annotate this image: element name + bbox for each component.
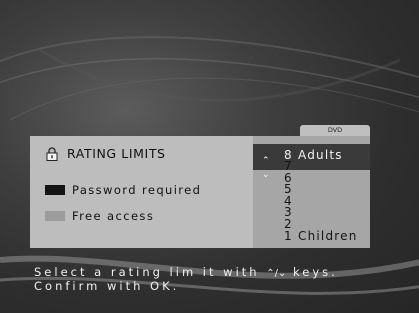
instruction-text: keys. (293, 265, 338, 279)
rating-limits-screen: DVD RATING LIMITS Password required Free… (0, 0, 419, 313)
rating-level-list[interactable]: ⌃ ⌄ 8 Adults 7 6 5 4 3 2 1 Children (253, 136, 370, 248)
instructions: Select a rating lim it with ⌃/⌄ keys. Co… (34, 266, 338, 293)
level-number: 1 (284, 229, 293, 243)
rating-limits-panel: RATING LIMITS Password required Free acc… (30, 136, 253, 248)
up-arrow-icon[interactable]: ⌃ (262, 156, 270, 166)
instruction-text: Select a rating lim it with (34, 265, 260, 279)
level-label: Adults (298, 148, 343, 162)
instruction-line-2: Confirm with OK. (34, 279, 180, 293)
rating-level-1[interactable]: 1 Children (284, 230, 358, 242)
level-label: Children (298, 229, 358, 243)
legend-free-access: Free access (45, 209, 154, 223)
instruction-line-1: Select a rating lim it with ⌃/⌄ keys. (34, 266, 338, 280)
legend-label: Password required (72, 183, 202, 197)
legend-label: Free access (72, 209, 155, 223)
panel-header: RATING LIMITS (46, 146, 166, 161)
up-down-keys-icon: ⌃/⌄ (266, 268, 287, 279)
dvd-tab: DVD (300, 125, 370, 136)
legend-password-required: Password required (45, 183, 201, 197)
dvd-tab-label: DVD (327, 126, 343, 134)
legend-swatch (45, 211, 65, 221)
panel-title: RATING LIMITS (67, 146, 166, 161)
down-arrow-icon[interactable]: ⌄ (262, 170, 270, 180)
lock-icon (46, 146, 58, 161)
legend-swatch (45, 185, 65, 195)
